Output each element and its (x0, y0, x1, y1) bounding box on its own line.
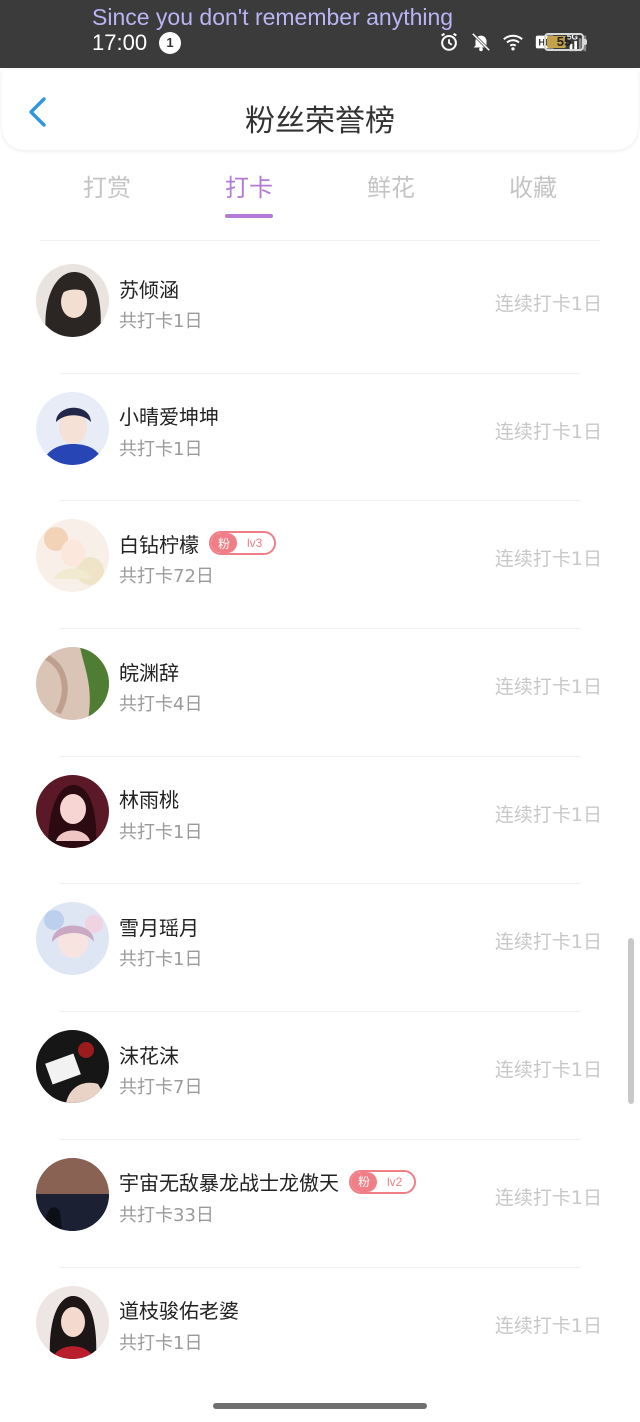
avatar-image (36, 647, 109, 721)
name-line: 林雨桃 (119, 786, 179, 812)
total-checkin-days: 共打卡72日 (119, 566, 214, 588)
tab-label: 收藏 (509, 174, 557, 202)
battery-level: 55 (556, 34, 572, 49)
user-name: 皖渊辞 (119, 660, 179, 685)
consecutive-checkin-days: 连续打卡1日 (494, 1059, 602, 1082)
tab-1[interactable]: 打卡 (178, 168, 320, 220)
user-name: 林雨桃 (119, 788, 179, 813)
total-checkin-days: 共打卡1日 (119, 311, 203, 332)
list-item[interactable]: 林雨桃共打卡1日 连续打卡1日 (0, 755, 640, 884)
user-name: 宇宙无敌暴龙战士龙傲天 (119, 1171, 339, 1196)
total-checkin-days: 共打卡1日 (119, 1332, 203, 1354)
fan-badge-label: 粉 (211, 533, 238, 554)
fan-ranking-list: 苏倾涵 共打卡1日 连续打卡1日 小晴爱坤坤 共打卡1日 连续打卡1日 白钻柠檬粉 lv3 共打… (0, 245, 640, 1394)
home-indicator[interactable] (213, 1403, 427, 1409)
list-item[interactable]: 白钻柠檬粉 lv3 共打卡72日 连续打卡1日 (0, 500, 640, 628)
name-line: 雪月瑶月 (119, 913, 199, 940)
avatar[interactable] (36, 647, 109, 721)
consecutive-checkin-days: 连续打卡1日 (494, 293, 602, 315)
total-checkin-days: 共打卡1日 (119, 821, 203, 843)
total-checkin-days: 共打卡1日 (119, 438, 203, 460)
name-line: 小晴爱坤坤 (119, 403, 219, 429)
tabs-divider (40, 240, 600, 241)
page-title: 粉丝荣誉榜 (245, 104, 395, 139)
consecutive-checkin-days: 连续打卡1日 (494, 548, 602, 571)
avatar[interactable] (36, 264, 109, 337)
now-playing-text: Since you don't remember anything (92, 4, 454, 30)
list-item[interactable]: 小晴爱坤坤共打卡1日 连续打卡1日 (0, 372, 640, 501)
scrollbar[interactable] (628, 938, 634, 1104)
list-item[interactable]: 道枝骏佑老婆 共打卡1日 连续打卡1日 (0, 1266, 640, 1395)
list-item[interactable]: 皖渊辞共打卡4日 连续打卡1日 (0, 628, 640, 756)
total-checkin-days: 共打卡4日 (119, 694, 203, 716)
avatar[interactable] (36, 519, 109, 593)
avatar-image (36, 902, 109, 976)
user-name: 苏倾涵 (119, 277, 179, 302)
status-bar: Since you don't remember anything 17:00 … (0, 0, 640, 68)
tab-label: 打卡 (225, 174, 273, 202)
tab-0[interactable]: 打赏 (36, 168, 178, 220)
avatar[interactable] (36, 1030, 109, 1104)
wifi-icon (503, 34, 523, 51)
avatar[interactable] (36, 774, 109, 848)
user-name: 道枝骏佑老婆 (119, 1299, 239, 1323)
status-time: 17:00 (92, 30, 148, 55)
fan-level-badge: 粉 lv3 (209, 531, 277, 556)
battery-tip (584, 39, 587, 45)
avatar-image (36, 519, 109, 593)
fan-badge-label: 粉 (351, 1171, 378, 1192)
tab-3[interactable]: 收藏 (462, 168, 604, 220)
alarm-icon (441, 32, 457, 51)
avatar-image (36, 774, 109, 848)
avatar-image (36, 1030, 109, 1104)
name-line: 白钻柠檬粉 lv3 (119, 530, 277, 557)
fan-badge-level: lv2 (387, 1174, 403, 1189)
consecutive-checkin-days: 连续打卡1日 (494, 1186, 602, 1209)
battery-icon: 55 (544, 33, 587, 51)
avatar[interactable] (36, 902, 109, 976)
list-item[interactable]: 苏倾涵共打卡1日 连续打卡1日 (0, 245, 640, 373)
name-line: 沫花沫 (119, 1041, 179, 1068)
consecutive-checkin-days: 连续打卡1日 (494, 420, 602, 443)
name-line: 皖渊辞 (119, 658, 179, 685)
user-name: 小晴爱坤坤 (119, 405, 219, 430)
notification-count-badge: 1 (159, 32, 181, 54)
consecutive-checkin-days: 连续打卡1日 (494, 931, 602, 954)
consecutive-checkin-days: 连续打卡1日 (494, 803, 602, 826)
ranking-tabs: 打赏 打卡 鲜花 收藏 (0, 168, 640, 220)
total-checkin-days: 共打卡7日 (119, 1077, 203, 1099)
list-item[interactable]: 雪月瑶月共打卡1日 连续打卡1日 (0, 883, 640, 1011)
active-tab-underline (225, 214, 273, 218)
user-name: 雪月瑶月 (119, 915, 199, 940)
avatar-image (36, 1157, 109, 1231)
tab-label: 鲜花 (367, 174, 415, 202)
consecutive-checkin-days: 连续打卡1日 (494, 1314, 602, 1337)
page-header: 粉丝荣誉榜 (2, 70, 638, 150)
list-item[interactable]: 宇宙无敌暴龙战士龙傲天粉 lv2 共打卡33日 连续打卡1日 (0, 1138, 640, 1267)
avatar-image (36, 391, 109, 465)
fan-level-badge: 粉 lv2 (349, 1169, 417, 1194)
avatar[interactable] (36, 1285, 109, 1359)
consecutive-checkin-days: 连续打卡1日 (494, 676, 602, 699)
name-line: 宇宙无敌暴龙战士龙傲天粉 lv2 (119, 1169, 417, 1196)
user-name: 白钻柠檬 (119, 532, 199, 557)
tab-2[interactable]: 鲜花 (320, 168, 462, 220)
total-checkin-days: 共打卡33日 (119, 1204, 214, 1226)
mute-bell-icon (471, 32, 491, 52)
total-checkin-days: 共打卡1日 (119, 949, 203, 971)
user-name: 沫花沫 (119, 1043, 179, 1068)
avatar-image (36, 1285, 109, 1359)
name-line: 道枝骏佑老婆 (119, 1297, 239, 1323)
fan-badge-level: lv3 (247, 536, 263, 551)
avatar-image (36, 264, 109, 337)
list-item[interactable]: 沫花沫共打卡7日 连续打卡1日 (0, 1011, 640, 1139)
avatar[interactable] (36, 391, 109, 465)
avatar[interactable] (36, 1157, 109, 1231)
tab-label: 打赏 (83, 174, 131, 202)
name-line: 苏倾涵 (119, 275, 179, 302)
